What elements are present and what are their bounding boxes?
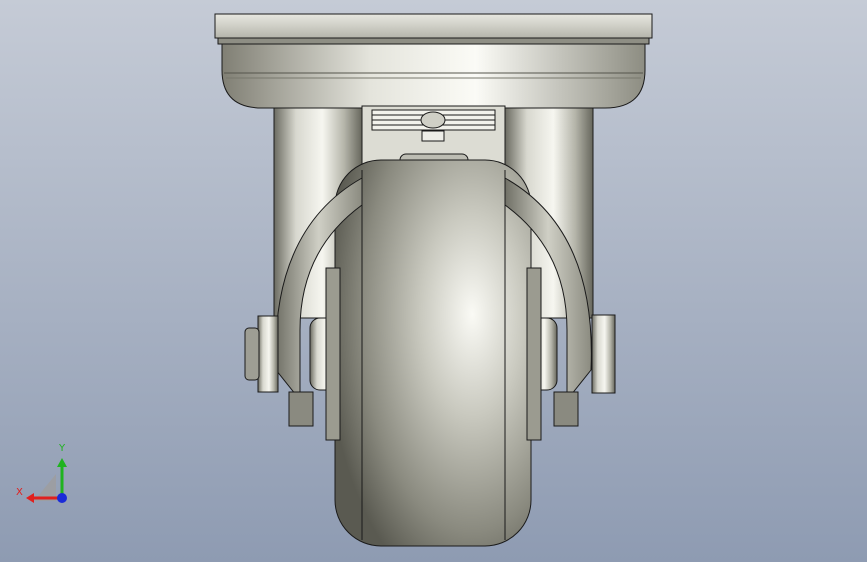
left-axle-washer — [244, 327, 260, 381]
grease-nipple — [420, 111, 446, 129]
z-axis-dot — [57, 493, 67, 503]
y-axis-label: Y — [59, 443, 66, 454]
left-axle-nut — [257, 315, 279, 393]
graphics-viewport[interactable]: Y X — [0, 0, 867, 562]
right-axle-nut — [591, 314, 616, 394]
model-view[interactable] — [0, 0, 867, 562]
x-axis-label: X — [16, 487, 23, 498]
wheel — [334, 159, 532, 547]
top-mounting-plate — [214, 13, 653, 109]
